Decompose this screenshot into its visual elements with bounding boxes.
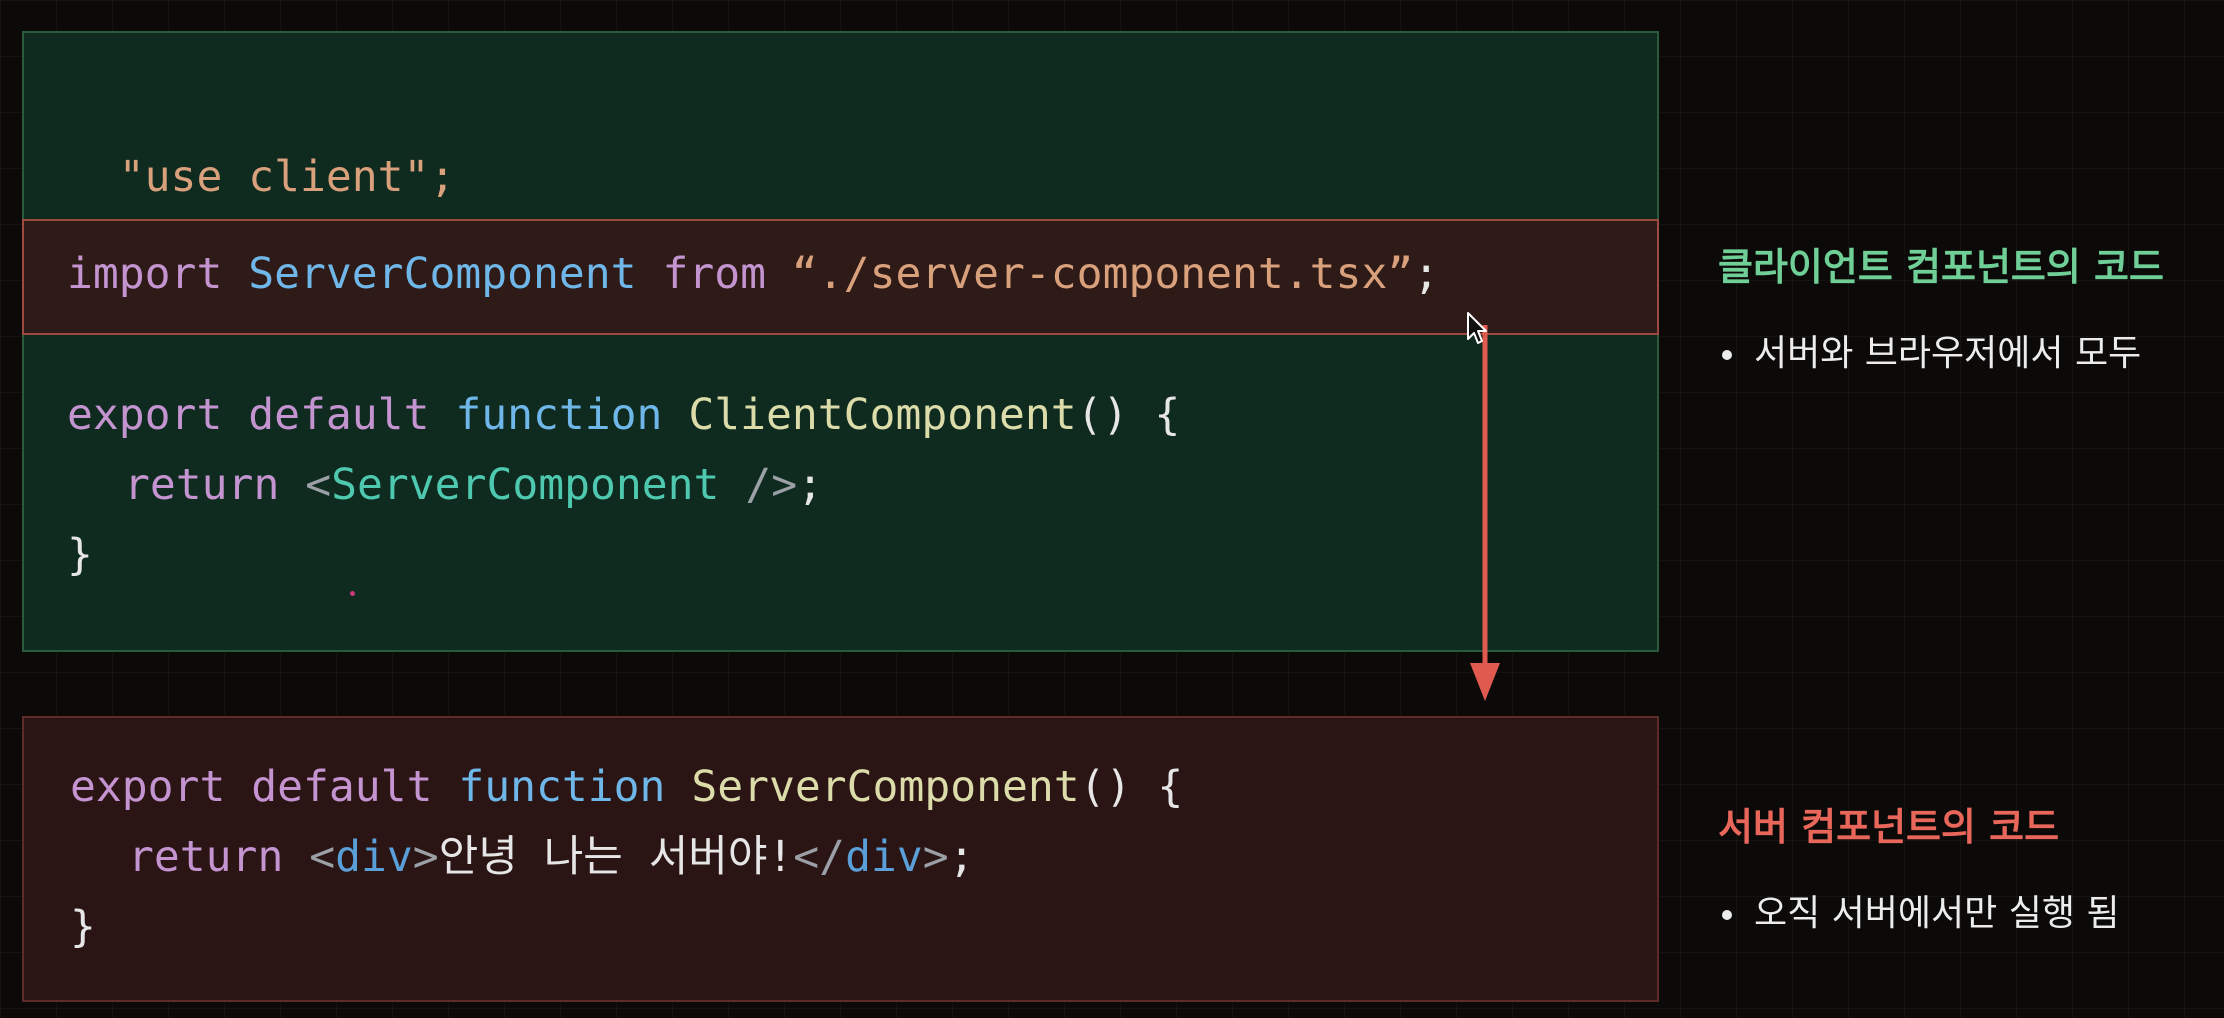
function-keyword: function — [458, 762, 666, 812]
return-keyword: return — [124, 460, 280, 510]
import-semicolon: ; — [1413, 249, 1440, 299]
code-line-return-server: return <div>안녕 나는 서버야!</div>; — [128, 836, 975, 879]
import-keyword: import — [67, 249, 223, 299]
closing-brace: } — [67, 530, 93, 580]
client-note-title: 클라이언트 컴포넌트의 코드 — [1718, 245, 2164, 289]
function-parens: () { — [1076, 390, 1181, 440]
return-semicolon: ; — [948, 832, 975, 882]
export-keyword: export — [70, 762, 226, 812]
code-line-return-client: return <ServerComponent />; — [124, 464, 823, 507]
bullet-dot-icon — [1722, 350, 1732, 360]
return-keyword: return — [128, 832, 284, 882]
div-close-tag: div — [845, 832, 923, 882]
closing-brace: } — [70, 902, 96, 952]
div-open-lt: < — [309, 832, 336, 882]
code-line-directive: "use client"; — [67, 113, 456, 202]
code-line-export-server: export default function ServerComponent(… — [70, 766, 1183, 809]
bullet-dot-icon — [1722, 910, 1732, 920]
server-function-name: ServerComponent — [691, 762, 1080, 812]
from-keyword: from — [662, 249, 767, 299]
use-client-directive: "use client"; — [118, 152, 456, 202]
export-keyword: export — [67, 390, 223, 440]
div-text: 안녕 나는 서버야! — [438, 832, 794, 882]
default-keyword: default — [251, 762, 433, 812]
jsx-self-close: /> — [719, 460, 798, 510]
div-close-lt: </ — [793, 832, 846, 882]
server-note-bullet-text: 오직 서버에서만 실행 됨 — [1754, 893, 2120, 934]
server-note-bullet: 오직 서버에서만 실행 됨 — [1722, 884, 2120, 936]
arrow-head — [1470, 663, 1500, 701]
import-path: “./server-component.tsx” — [791, 249, 1414, 299]
return-semicolon: ; — [797, 460, 824, 510]
client-function-name: ClientComponent — [688, 390, 1077, 440]
import-flow-arrow — [1470, 325, 1500, 701]
code-line-close-server: } — [70, 906, 96, 949]
server-note-title: 서버 컴포넌트의 코드 — [1718, 805, 2060, 849]
default-keyword: default — [248, 390, 430, 440]
import-identifier: ServerComponent — [248, 249, 637, 299]
jsx-component-tag: ServerComponent — [331, 460, 720, 510]
jsx-open-bracket: < — [305, 460, 332, 510]
function-keyword: function — [455, 390, 663, 440]
client-note-bullet-text: 서버와 브라우저에서 모두 — [1754, 333, 2142, 374]
code-line-import: import ServerComponent from “./server-co… — [67, 253, 1439, 296]
div-open-tag: div — [335, 832, 413, 882]
div-open-gt: > — [412, 832, 439, 882]
code-line-close-client: } — [67, 534, 93, 577]
client-note-bullet: 서버와 브라우저에서 모두 — [1722, 324, 2141, 376]
code-line-export-client: export default function ClientComponent(… — [67, 394, 1180, 437]
div-close-gt: > — [922, 832, 949, 882]
mouse-cursor-icon — [1467, 312, 1487, 344]
pointer-dot — [350, 591, 355, 596]
function-parens: () { — [1079, 762, 1184, 812]
